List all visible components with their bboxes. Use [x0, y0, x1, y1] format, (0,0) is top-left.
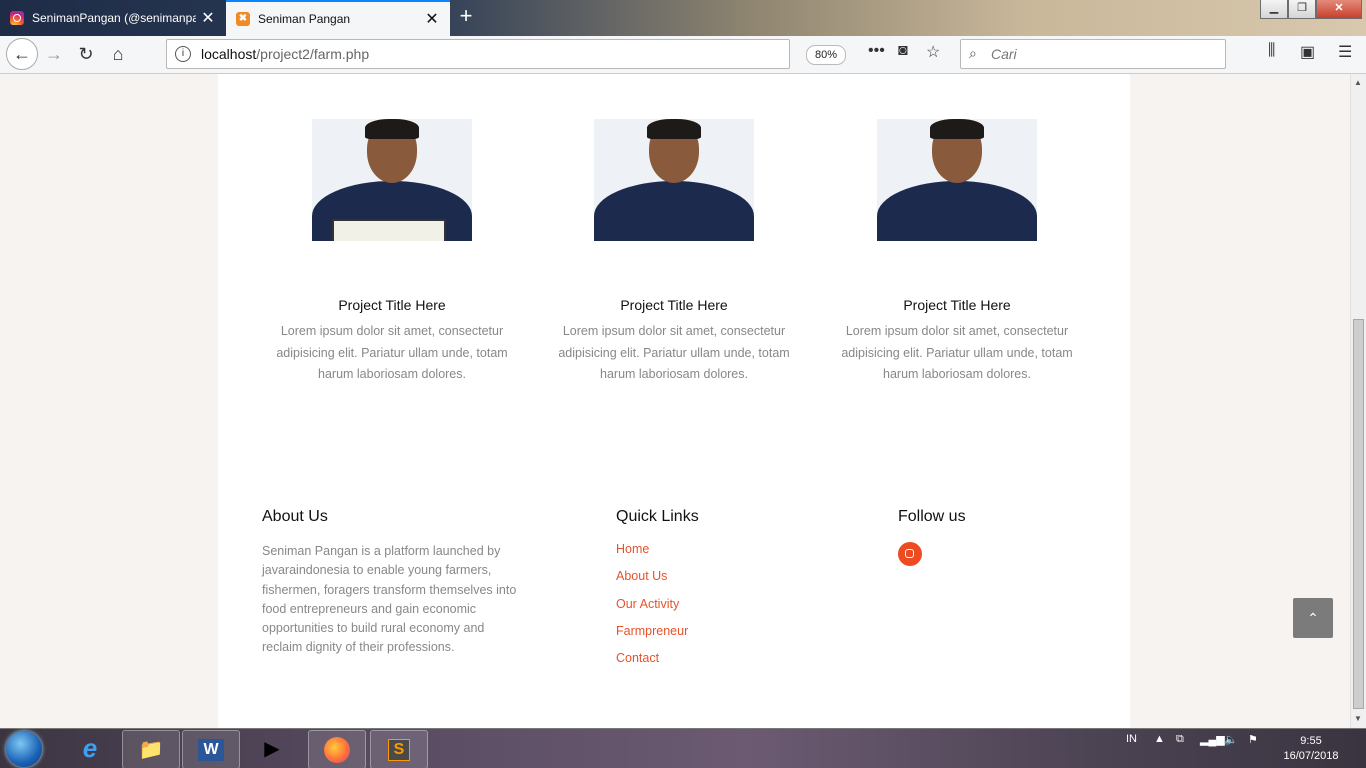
project-title: Project Title Here: [338, 297, 446, 313]
sublime-text-icon[interactable]: S: [370, 730, 428, 768]
language-indicator[interactable]: IN: [1126, 733, 1137, 745]
tab-strip: SenimanPangan (@senimanpa ✕ ✖ Seniman Pa…: [0, 0, 1366, 36]
back-to-top-button[interactable]: ⌃: [1293, 598, 1333, 638]
instagram-icon[interactable]: [898, 542, 922, 566]
tray-arrow-icon[interactable]: ▲: [1154, 733, 1165, 745]
clock-date: 16/07/2018: [1283, 750, 1339, 762]
network-adapter-icon[interactable]: ⧉: [1176, 733, 1184, 746]
link-our-activity[interactable]: Our Activity: [616, 597, 688, 624]
taskbar: e 📁 W ▶ S IN ▲ ⧉ ▂▄▆ 🔈 ⚑ 9:55 16/07/2018: [0, 728, 1366, 768]
menu-icon[interactable]: ☰: [1338, 42, 1352, 62]
system-clock[interactable]: 9:55 16/07/2018: [1276, 734, 1346, 764]
project-title: Project Title Here: [903, 297, 1011, 313]
scroll-down-icon[interactable]: ▼: [1354, 714, 1362, 723]
quick-links-list: Home About Us Our Activity Farmpreneur C…: [616, 542, 688, 678]
url-bar[interactable]: i localhost/project2/farm.php: [166, 39, 790, 69]
about-text: Seniman Pangan is a platform launched by…: [262, 544, 517, 655]
quick-links-heading: Quick Links: [616, 508, 699, 525]
project-description: Lorem ipsum dolor sit amet, consectetur …: [276, 324, 508, 381]
file-explorer-icon[interactable]: 📁: [122, 730, 180, 768]
tab-title: SenimanPangan (@senimanpa: [32, 11, 196, 25]
page-actions-icon[interactable]: •••: [868, 42, 885, 60]
zoom-indicator[interactable]: 80%: [806, 45, 847, 65]
tab-title: Seniman Pangan: [258, 12, 351, 26]
minimize-button[interactable]: ▁: [1260, 0, 1288, 19]
bookmark-star-icon[interactable]: ☆: [926, 42, 940, 62]
url-text: localhost/project2/farm.php: [201, 46, 369, 62]
project-card: Project Title Here Lorem ipsum dolor sit…: [827, 119, 1087, 386]
new-tab-button[interactable]: +: [454, 4, 478, 28]
restore-button[interactable]: ❐: [1288, 0, 1316, 19]
forward-button[interactable]: →: [40, 40, 68, 68]
word-icon[interactable]: W: [182, 730, 240, 768]
action-center-flag-icon[interactable]: ⚑: [1248, 733, 1258, 746]
project-description: Lorem ipsum dolor sit amet, consectetur …: [558, 324, 790, 381]
link-farmpreneur[interactable]: Farmpreneur: [616, 624, 688, 651]
tab-seniman-pangan[interactable]: ✖ Seniman Pangan ✕: [226, 0, 450, 36]
reload-button[interactable]: ↻: [72, 40, 100, 68]
start-button[interactable]: [6, 731, 42, 767]
volume-icon[interactable]: 🔈: [1224, 733, 1238, 746]
library-icon[interactable]: ⫼: [1268, 42, 1275, 60]
pocket-icon[interactable]: ◙: [898, 42, 908, 60]
window-controls: ▁ ❐ ✕: [1260, 0, 1362, 19]
media-player-icon[interactable]: ▶: [244, 730, 300, 767]
project-title: Project Title Here: [620, 297, 728, 313]
sidebar-icon[interactable]: ▣: [1300, 42, 1315, 62]
signal-icon[interactable]: ▂▄▆: [1200, 733, 1225, 746]
clock-time: 9:55: [1300, 735, 1322, 747]
close-tab-icon[interactable]: ✕: [420, 9, 444, 29]
scrollbar-thumb[interactable]: [1353, 319, 1364, 709]
project-card: Project Title Here Lorem ipsum dolor sit…: [262, 119, 522, 386]
close-window-button[interactable]: ✕: [1316, 0, 1362, 19]
instagram-icon: [10, 11, 24, 25]
internet-explorer-icon[interactable]: e: [62, 730, 118, 767]
team-photo: [877, 119, 1037, 241]
link-contact[interactable]: Contact: [616, 651, 688, 678]
search-input[interactable]: ⌕ Cari: [960, 39, 1226, 69]
team-photo: [594, 119, 754, 241]
search-placeholder: Cari: [991, 46, 1017, 62]
search-icon: ⌕: [969, 45, 977, 61]
scroll-up-icon[interactable]: ▲: [1354, 78, 1362, 87]
url-host: localhost: [201, 46, 257, 62]
follow-heading: Follow us: [898, 508, 966, 525]
xampp-icon: ✖: [236, 12, 250, 26]
close-tab-icon[interactable]: ✕: [196, 8, 220, 28]
page-viewport: Project Title Here Lorem ipsum dolor sit…: [0, 74, 1350, 728]
back-button[interactable]: ←: [6, 38, 38, 70]
info-icon[interactable]: i: [175, 46, 191, 62]
tab-instagram[interactable]: SenimanPangan (@senimanpa ✕: [0, 0, 226, 36]
link-home[interactable]: Home: [616, 542, 688, 569]
navigation-bar: ← → ↻ ⌂ i localhost/project2/farm.php 80…: [0, 36, 1366, 74]
scrollbar[interactable]: ▲ ▼: [1350, 74, 1366, 728]
url-path: /project2/farm.php: [256, 46, 370, 62]
firefox-icon[interactable]: [308, 730, 366, 768]
link-about-us[interactable]: About Us: [616, 569, 688, 596]
team-photo: [312, 119, 472, 241]
about-heading: About Us: [262, 508, 328, 525]
project-description: Lorem ipsum dolor sit amet, consectetur …: [841, 324, 1073, 381]
page-content: Project Title Here Lorem ipsum dolor sit…: [218, 74, 1130, 728]
project-card: Project Title Here Lorem ipsum dolor sit…: [544, 119, 804, 386]
home-button[interactable]: ⌂: [104, 40, 132, 68]
